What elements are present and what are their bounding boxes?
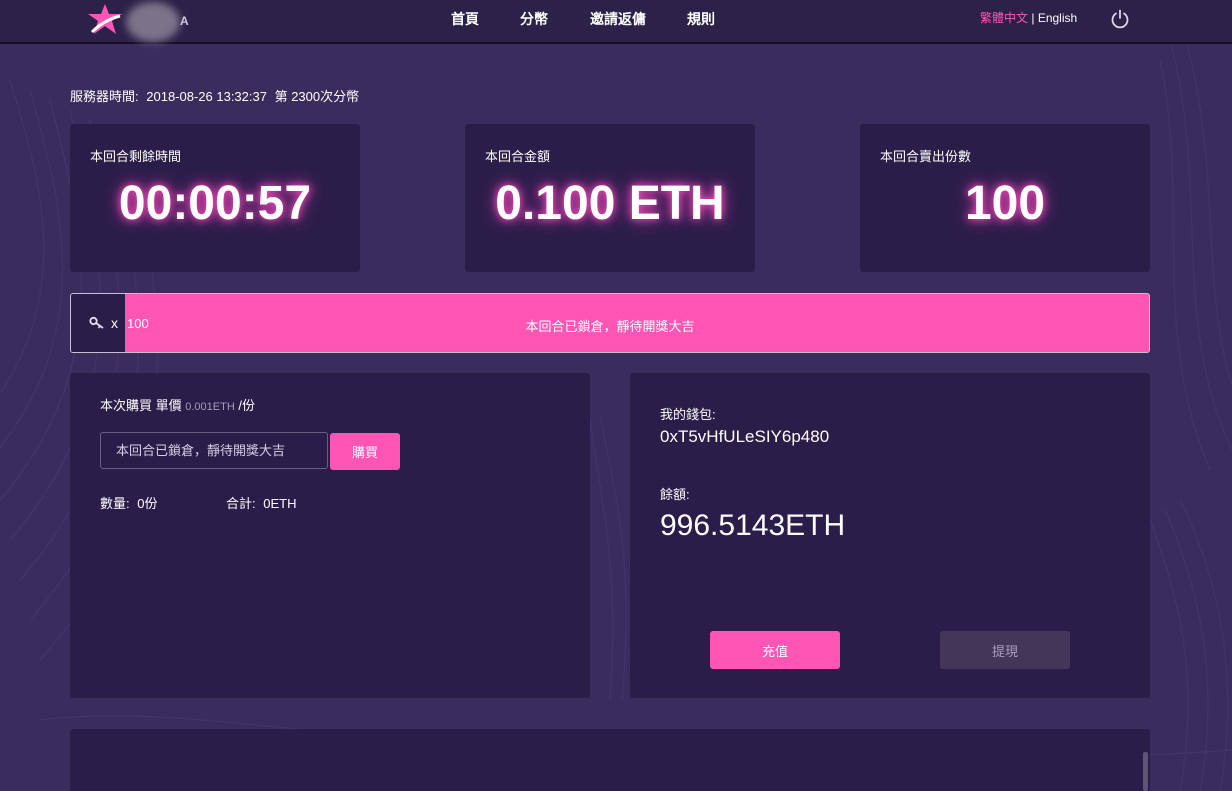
balance-label: 餘額: — [660, 487, 690, 502]
round-number: 第 2300次分幣 — [274, 89, 360, 104]
unit-price: 0.001ETH — [185, 401, 235, 413]
stat-label: 本回合剩餘時間 — [90, 149, 182, 164]
round-progress-bar: x 100 本回合已鎖倉，靜待開獎大吉 — [70, 293, 1150, 353]
stat-card-shares-sold: 本回合賣出份數 100 — [860, 124, 1150, 272]
buy-title: 本次購買 單價 0.001ETH /份 — [100, 395, 255, 414]
lang-english[interactable]: English — [1038, 11, 1077, 25]
total-label: 合計: — [226, 496, 256, 511]
progress-status: 本回合已鎖倉，靜待開獎大吉 — [525, 319, 695, 334]
stat-label: 本回合金額 — [485, 149, 551, 164]
buy-button[interactable]: 購買 — [330, 433, 400, 470]
deposit-button[interactable]: 充值 — [710, 631, 840, 669]
total-value: 0ETH — [263, 496, 297, 511]
stat-card-round-amount: 本回合金額 0.100 ETH — [465, 124, 755, 272]
logo[interactable]: A — [88, 2, 198, 42]
logo-blur — [126, 2, 180, 42]
star-logo-icon — [88, 4, 122, 34]
stat-label: 本回合賣出份數 — [880, 149, 972, 164]
stat-value: 0.100 ETH — [495, 177, 725, 230]
server-time-label: 服務器時間: — [70, 89, 139, 104]
quantity-summary: 數量: 0份 — [100, 493, 157, 512]
language-switch: 繁體中文 | English — [980, 0, 1077, 36]
nav-rules[interactable]: 規則 — [687, 0, 715, 42]
quantity-value: 0份 — [137, 496, 158, 511]
nav-home[interactable]: 首頁 — [451, 0, 479, 42]
stat-value: 100 — [964, 177, 1046, 230]
buy-panel: 本次購買 單價 0.001ETH /份 購買 數量: 0份 合計: 0ETH — [70, 373, 590, 698]
logo-text: A — [180, 14, 189, 28]
nav-dividend[interactable]: 分幣 — [520, 0, 548, 42]
wallet-label: 我的錢包: — [660, 407, 716, 422]
total-summary: 合計: 0ETH — [226, 493, 296, 512]
lang-separator: | — [1031, 11, 1035, 25]
nav-referral[interactable]: 邀請返傭 — [590, 0, 646, 42]
quantity-label: 數量: — [100, 496, 130, 511]
server-time-value: 2018-08-26 13:32:37 — [146, 89, 267, 104]
unit-label: /份 — [238, 398, 256, 413]
bottom-panel — [70, 729, 1150, 791]
wallet-address: 0xT5vHfULeSIY6p480 — [660, 427, 830, 446]
top-header: A 首頁 分幣 邀請返傭 規則 繁體中文 | English — [0, 0, 1232, 44]
buy-title-label: 本次購買 單價 — [100, 398, 182, 413]
stat-value: 00:00:57 — [118, 177, 312, 230]
power-icon[interactable] — [1110, 9, 1130, 29]
withdraw-button[interactable]: 提現 — [940, 631, 1070, 669]
wallet-panel: 我的錢包: 0xT5vHfULeSIY6p480 餘額: 996.5143ETH… — [630, 373, 1150, 698]
scrollbar[interactable] — [1143, 752, 1148, 791]
stat-card-time-left: 本回合剩餘時間 00:00:57 — [70, 124, 360, 272]
buy-quantity-input[interactable] — [100, 432, 328, 469]
balance-value: 996.5143ETH — [660, 509, 846, 542]
server-time: 服務器時間: 2018-08-26 13:32:37 第 2300次分幣 — [70, 86, 363, 105]
lang-traditional-chinese[interactable]: 繁體中文 — [980, 11, 1028, 25]
